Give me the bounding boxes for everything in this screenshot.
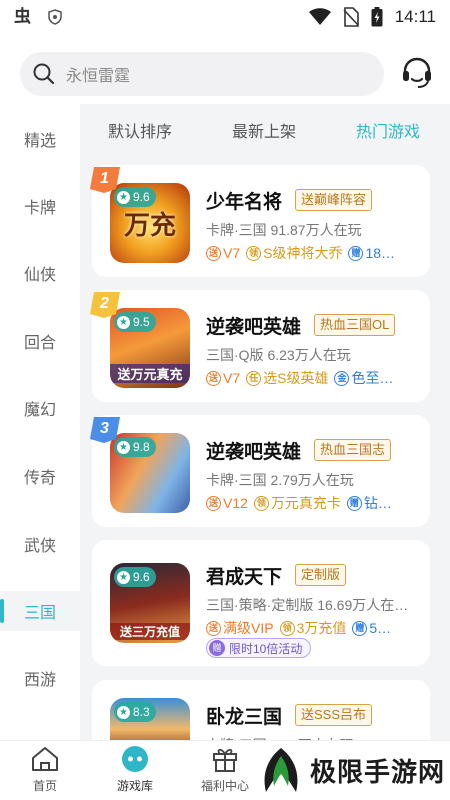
sidebar-item-xianxia[interactable]: 仙侠 xyxy=(0,253,80,293)
nav-game-library[interactable]: 游戏库 xyxy=(100,745,170,799)
game-tag: 定制版 xyxy=(295,564,347,586)
sidebar-item-journey-west[interactable]: 西游 xyxy=(0,658,80,698)
perk-item: 送 V7 xyxy=(206,368,240,388)
perk-item: 送 V12 xyxy=(206,493,248,513)
sort-tabs: 默认排序 最新上架 热门游戏 xyxy=(80,104,450,152)
sidebar-item-turn-based[interactable]: 回合 xyxy=(0,321,80,361)
game-title: 逆袭吧英雄 xyxy=(206,442,302,463)
perk-item: 赠 5… xyxy=(352,618,391,638)
search-input[interactable]: 永恒雷霆 xyxy=(66,62,130,86)
game-meta: 三国·Q版 6.23万人在玩 xyxy=(206,347,351,363)
game-tag: 送巅峰阵容 xyxy=(295,189,373,211)
game-library-icon xyxy=(122,746,148,772)
game-icon: ★ 9.8 xyxy=(110,433,190,513)
game-icon: 送三万充值 ★ 9.6 xyxy=(110,563,190,643)
game-meta: 卡牌·三国 91.87万人在玩 xyxy=(206,222,362,238)
sidebar-item-three-kingdoms[interactable]: 三国 xyxy=(0,591,80,631)
game-icon: 万充 ★ 9.6 xyxy=(110,183,190,263)
game-meta: 卡牌·三国 2.79万人在玩 xyxy=(206,472,354,488)
perk-item: 任选S级英雄 xyxy=(246,368,328,388)
star-icon: ★ xyxy=(117,705,130,719)
battery-icon xyxy=(371,7,383,27)
perk-list: 送 V7 领 S级神将大乔 赠 18… xyxy=(206,243,395,263)
no-sim-icon xyxy=(343,7,359,27)
customer-service-icon[interactable] xyxy=(400,56,434,90)
game-tag: 送SSS吕布 xyxy=(295,704,373,726)
gift-icon xyxy=(213,748,237,772)
rating-badge: ★ 8.3 xyxy=(114,702,156,722)
game-title: 卧龙三国 xyxy=(206,707,283,728)
sidebar-item-wuxia[interactable]: 武侠 xyxy=(0,524,80,564)
perk-item: 领 3万充值 xyxy=(279,618,346,638)
home-icon xyxy=(32,747,58,771)
perk-item: 领万元真充卡 xyxy=(253,493,341,513)
site-watermark: 极限手游网 xyxy=(258,742,445,798)
sidebar-item-card[interactable]: 卡牌 xyxy=(0,186,80,226)
star-icon: ★ xyxy=(117,570,130,584)
game-icon: 送万元真充 ★ 9.5 xyxy=(110,308,190,388)
perk-list: 送 V7 任选S级英雄 金色至… xyxy=(206,368,393,388)
perk-item: 送 V7 xyxy=(206,243,240,263)
game-title: 逆袭吧英雄 xyxy=(206,317,302,338)
gift-badge-icon: 赠 xyxy=(209,640,225,656)
perk-item: 领 S级神将大乔 xyxy=(246,243,342,263)
sidebar-item-fantasy[interactable]: 魔幻 xyxy=(0,388,80,428)
sort-popular[interactable]: 热门游戏 xyxy=(356,118,420,142)
sort-default[interactable]: 默认排序 xyxy=(108,118,172,142)
game-card[interactable]: 送三万充值 ★ 9.6 君成天下 定制版 三国·策略·定制版 16.69万人在… … xyxy=(92,540,430,666)
perk-item: 送满级VIP xyxy=(206,618,274,638)
game-card[interactable]: ★ 9.8 3 逆袭吧英雄 热血三国志 卡牌·三国 2.79万人在玩 送 V12 领… xyxy=(90,415,430,527)
sidebar-item-featured[interactable]: 精选 xyxy=(0,119,80,159)
event-badge: 赠限时10倍活动 xyxy=(206,638,312,658)
game-title: 君成天下 xyxy=(206,567,283,588)
perk-item: 赠 18… xyxy=(348,243,395,263)
search-icon xyxy=(33,63,55,85)
header: 永恒雷霆 xyxy=(0,34,450,104)
game-meta: 三国·策略·定制版 16.69万人在… xyxy=(206,597,409,613)
status-bar: 虫 14:11 xyxy=(0,0,450,34)
perk-item: 赠钻… xyxy=(346,493,392,513)
nav-home[interactable]: 首页 xyxy=(10,745,80,799)
clock: 14:11 xyxy=(394,7,436,26)
perk-list: 送 V12 领万元真充卡 赠钻… xyxy=(206,493,392,513)
category-sidebar: 精选 卡牌 仙侠 回合 魔幻 传奇 武侠 三国 西游 xyxy=(0,104,80,740)
game-title: 少年名将 xyxy=(206,192,283,213)
shield-icon xyxy=(48,9,62,25)
watermark-logo xyxy=(264,748,298,792)
perk-list: 送满级VIP 领 3万充值 赠 5… xyxy=(206,618,391,638)
game-card[interactable]: 万充 ★ 9.6 1 少年名将 送巅峰阵容 卡牌·三国 91.87万人在玩 送 V7… xyxy=(90,165,430,277)
game-tag: 热血三国OL xyxy=(314,314,396,336)
sort-newest[interactable]: 最新上架 xyxy=(232,118,296,142)
wifi-icon xyxy=(308,8,331,25)
game-card[interactable]: 送万元真充 ★ 9.5 2 逆袭吧英雄 热血三国OL 三国·Q版 6.23万人在玩… xyxy=(90,290,430,402)
game-tag: 热血三国志 xyxy=(314,439,392,461)
nav-welfare-center[interactable]: 福利中心 xyxy=(190,745,260,799)
rating-badge: ★ 9.6 xyxy=(114,567,156,587)
sidebar-item-legend[interactable]: 传奇 xyxy=(0,456,80,496)
search-bar[interactable]: 永恒雷霆 xyxy=(20,52,384,96)
app-notification-icon: 虫 xyxy=(14,7,31,26)
perk-item: 金色至… xyxy=(334,368,393,388)
